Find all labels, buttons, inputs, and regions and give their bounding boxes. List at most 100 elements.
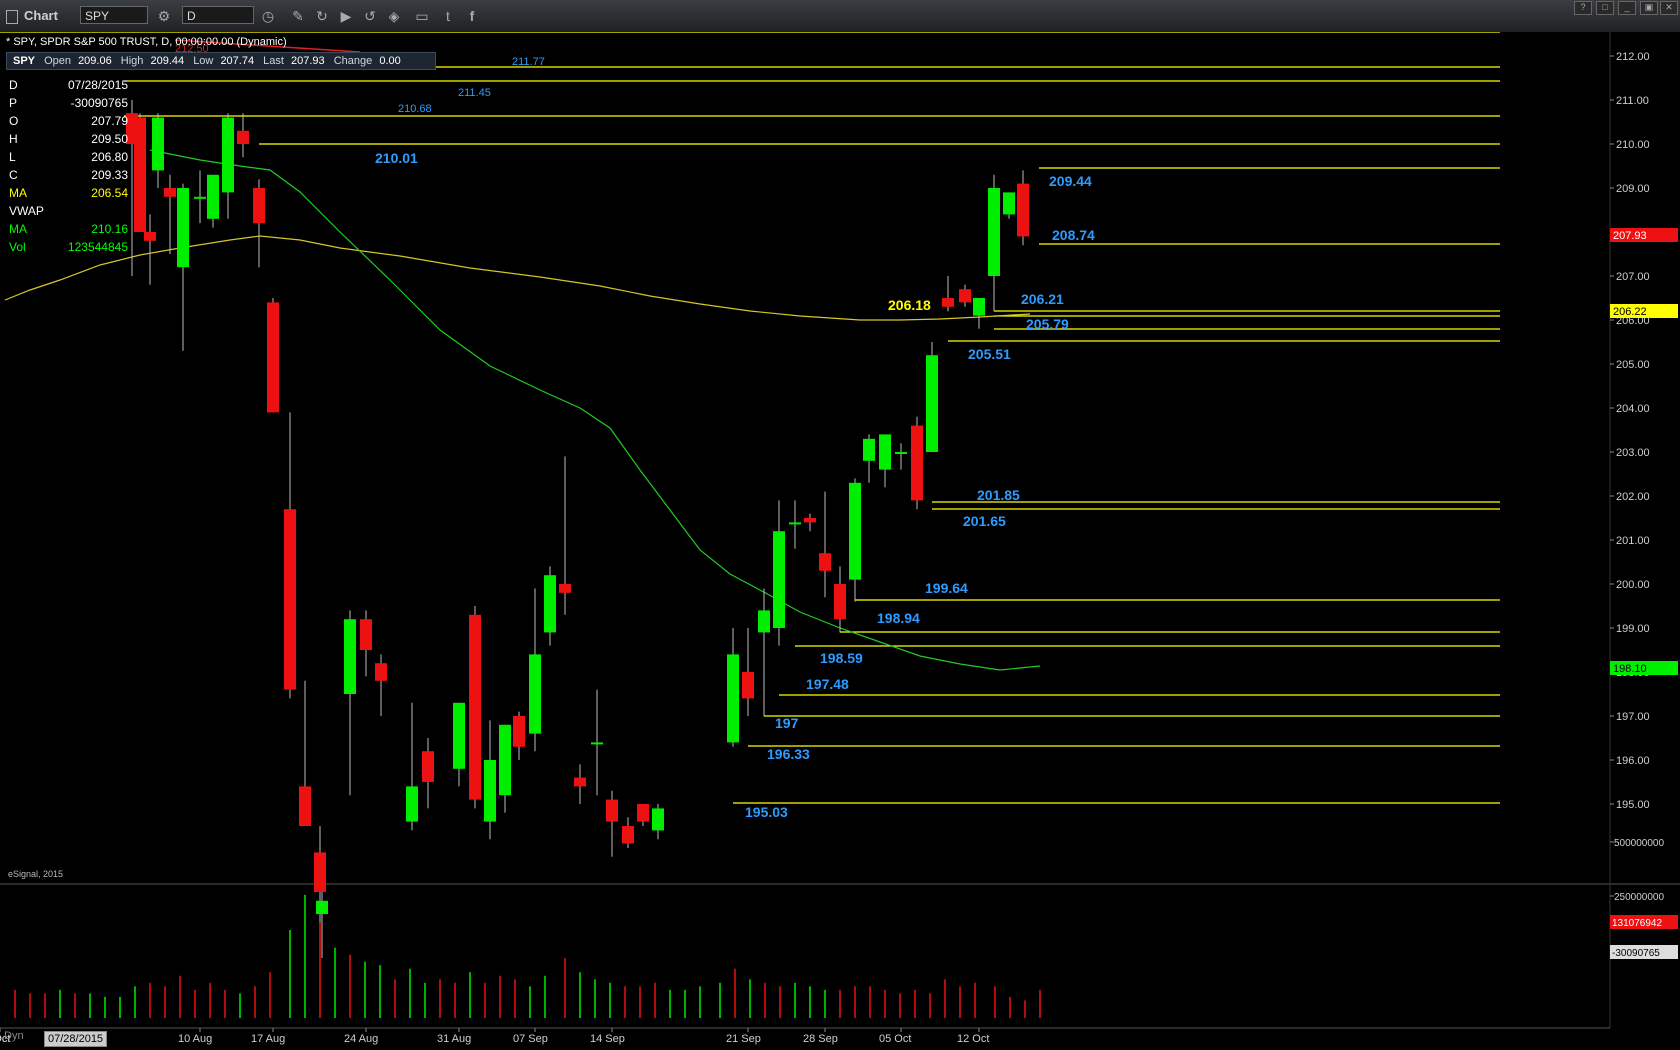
candle-down [164,188,176,197]
replay-icon[interactable]: ↺ [362,8,378,24]
high-label: High [120,55,144,67]
change-label: Change [333,55,373,67]
price-tag: 198.10 [1613,663,1647,675]
price-tag: 207.93 [1613,230,1647,242]
candle-up [863,438,875,461]
volume-tag: 131076942 [1612,918,1662,929]
candle-up [895,452,907,454]
data-window-row: H 209.50 [9,132,128,146]
price-tick-label: 212.00 [1616,51,1650,63]
twitter-icon[interactable]: t [440,8,456,24]
level-label: 205.79 [1026,316,1069,332]
candle-down [375,663,387,681]
last-label: Last [263,55,284,67]
clock-icon[interactable]: ◷ [260,8,276,24]
tag-icon[interactable]: ◈ [386,8,402,24]
candle-up [453,702,465,769]
candle-down [742,672,754,699]
candle-down [959,289,971,303]
date-tick-label: 17 Aug [251,1033,285,1045]
candle-up [652,808,664,831]
chart-background [0,32,1680,1050]
quote-symbol: SPY [13,55,36,67]
link-settings-icon[interactable]: ⚙ [156,8,172,24]
candle-down [819,553,831,571]
help-icon[interactable]: ? [1574,1,1592,15]
price-tick-label: 202.00 [1616,491,1650,503]
candle-up [879,434,891,470]
symbol-input[interactable]: SPY [80,6,148,24]
chart-toolbar: Chart SPY ⚙ D ◷ ✎ ↻ ▶ ↺ ◈ ▭ t f ? □ _ ▣ … [0,0,1680,33]
candle-down [422,751,434,782]
price-tick-label: 211.00 [1616,95,1649,107]
facebook-icon[interactable]: f [464,8,480,24]
candle-up [484,760,496,822]
candle-down [1017,183,1029,237]
candle-down [469,614,481,800]
candle-up [544,575,556,633]
low-value: 207.74 [220,55,255,67]
candle-down [237,130,249,144]
candle-down [253,188,265,224]
minimize-icon[interactable]: _ [1618,1,1636,15]
level-label: 211.45 [458,87,491,99]
candle-down [942,298,954,307]
candle-down [804,518,816,523]
price-tick-label: 204.00 [1616,403,1650,415]
candle-up [207,174,219,219]
price-chart[interactable]: 212.50211.77211.45210.68210.01209.44208.… [0,32,1680,1050]
level-label: 201.85 [977,487,1020,503]
candle-up [499,724,511,796]
price-tick-label: 197.00 [1616,711,1650,723]
comment-icon[interactable]: ▭ [414,8,430,24]
candle-up [973,298,985,316]
chart-window-icon [6,6,18,26]
level-label: 209.44 [1049,173,1092,189]
open-label: Open [44,55,71,67]
maximize-icon[interactable]: ▣ [1640,1,1658,15]
candle-down [606,799,618,822]
restore-icon[interactable]: □ [1596,1,1614,15]
date-tick-label: 14 Sep [590,1033,625,1045]
watermark: eSignal, 2015 [8,869,64,879]
data-window-row: O 207.79 [9,114,128,128]
level-label: 199.64 [925,580,968,596]
data-window-row: MA 210.16 [9,222,128,236]
data-window-row: D 07/28/2015 [9,78,128,92]
draw-pencil-icon[interactable]: ✎ [290,8,306,24]
play-icon[interactable]: ▶ [338,8,354,24]
interval-input[interactable]: D [182,6,254,24]
candle-down [622,826,634,844]
volume-tag: -30090765 [1612,948,1660,959]
date-tick-label: 10 Aug [178,1033,212,1045]
price-tick-label: 203.00 [1616,447,1650,459]
level-label: 210.68 [398,103,432,115]
level-label: 205.51 [968,346,1011,362]
quote-bar: SPY Open 209.06 High 209.44 Low 207.74 L… [6,52,436,70]
volume-tick-label: 250000000 [1614,892,1664,903]
data-window-row: Vol 123544845 [9,240,128,254]
close-icon[interactable]: ✕ [1660,1,1678,15]
candle-up [591,742,603,745]
candle-up [406,786,418,822]
level-label: 208.74 [1052,227,1095,243]
open-value: 209.06 [78,55,112,67]
refresh-icon[interactable]: ↻ [314,8,330,24]
cursor-date-box: 07/28/2015 [44,1031,108,1047]
date-tick-label: 07 Sep [513,1033,548,1045]
data-window-row: VWAP [9,204,44,218]
candle-down [284,509,296,690]
candle-up [1003,192,1015,215]
data-window: D 07/28/2015 P -30090765 O 207.79 H 209.50 L… [6,76,128,256]
candle-down [299,786,311,826]
level-label: 197.48 [806,676,849,692]
dynamic-label[interactable]: Dyn [4,1030,24,1042]
change-value: 0.00 [379,55,401,67]
level-label: 210.01 [375,150,418,166]
date-tick-label: 28 Sep [803,1033,838,1045]
candle-down [314,852,326,892]
price-tick-label: 199.00 [1616,623,1650,635]
candle-up [529,654,541,734]
candle-up [988,188,1000,276]
volume-tick-label: 500000000 [1614,838,1664,849]
